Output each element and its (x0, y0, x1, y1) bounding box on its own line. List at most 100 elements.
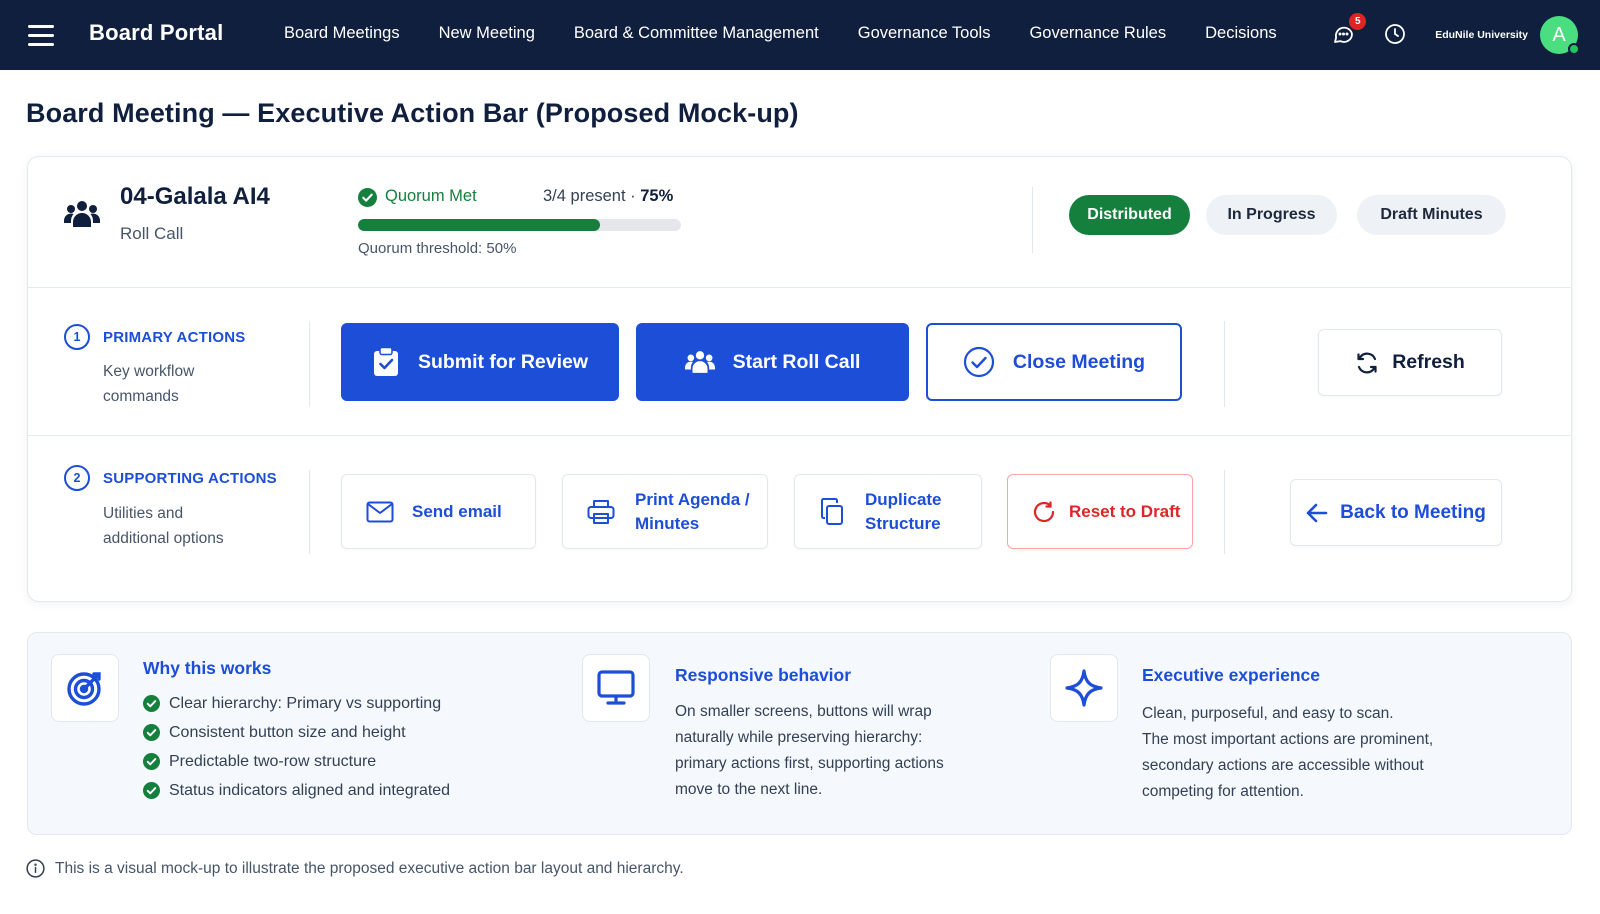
page-title: Board Meeting — Executive Action Bar (Pr… (26, 98, 799, 128)
quorum-percent: 75% (640, 187, 674, 205)
why-this-works-list: Clear hierarchy: Primary vs supporting C… (143, 689, 450, 805)
top-navigation-bar: Board Portal Board Meetings New Meeting … (0, 0, 1600, 70)
refresh-icon (1357, 352, 1377, 373)
group-icon (64, 201, 100, 227)
meeting-name: 04-Galala AI4 (120, 183, 270, 210)
notification-badge: 5 (1349, 13, 1367, 30)
start-roll-call-label: Start Roll Call (732, 350, 861, 373)
divider (309, 470, 310, 554)
label-line: Print Agenda / (635, 489, 750, 509)
quorum-progress-fill (358, 219, 601, 231)
start-roll-call-button[interactable]: Start Roll Call (636, 323, 909, 401)
supporting-actions-title: SUPPORTING ACTIONS (103, 470, 277, 487)
print-agenda-minutes-label: Print Agenda / Minutes (635, 488, 750, 536)
label-line: Duplicate (865, 489, 942, 509)
text-line: competing for attention. (1142, 783, 1304, 800)
nav-link-governance-tools[interactable]: Governance Tools (858, 24, 991, 43)
reset-to-draft-button[interactable]: Reset to Draft (1007, 474, 1193, 549)
close-meeting-label: Close Meeting (1012, 350, 1146, 373)
list-item-text: Clear hierarchy: Primary vs supporting (169, 694, 442, 712)
avatar-initial: A (1552, 23, 1566, 46)
design-rationale-panel: Why this works Clear hierarchy: Primary … (27, 632, 1572, 835)
check-circle-icon (143, 695, 160, 712)
step-number-2: 2 (64, 465, 90, 491)
back-to-meeting-button[interactable]: Back to Meeting (1290, 479, 1502, 546)
text-line: naturally while preserving hierarchy: (675, 729, 923, 746)
send-email-button[interactable]: Send email (341, 474, 536, 549)
check-circle-icon (143, 724, 160, 741)
printer-icon (587, 499, 615, 524)
list-item: Consistent button size and height (143, 718, 450, 747)
info-icon (26, 859, 45, 878)
duplicate-structure-label: Duplicate Structure (865, 488, 942, 536)
footnote-text: This is a visual mock-up to illustrate t… (55, 859, 684, 877)
reset-icon (1033, 500, 1055, 522)
back-to-meeting-label: Back to Meeting (1340, 501, 1486, 523)
user-avatar[interactable]: A (1540, 16, 1580, 55)
close-meeting-button[interactable]: Close Meeting (926, 323, 1182, 401)
description-line: Utilities and (103, 505, 184, 522)
nav-link-board-meetings[interactable]: Board Meetings (284, 24, 400, 43)
step-number-1: 1 (64, 324, 90, 350)
envelope-icon (366, 501, 394, 522)
executive-action-card: 04-Galala AI4 Roll Call Quorum Met 3/4 p… (27, 156, 1572, 602)
quorum-attendance: 3/4 present · 75% (543, 187, 673, 206)
quorum-status: Quorum Met (385, 187, 477, 205)
list-item-text: Status indicators aligned and integrated (169, 781, 451, 799)
sparkle-icon-box (1050, 654, 1118, 722)
online-status-dot (1568, 43, 1580, 55)
status-pill-distributed[interactable]: Distributed (1069, 195, 1190, 235)
row-divider (28, 287, 1571, 288)
send-email-label: Send email (412, 501, 502, 521)
status-pill-draft-minutes[interactable]: Draft Minutes (1357, 195, 1506, 235)
divider (309, 321, 310, 407)
clock-icon (1385, 24, 1406, 44)
footnote: This is a visual mock-up to illustrate t… (26, 859, 684, 878)
brand-title[interactable]: Board Portal (89, 20, 223, 46)
nav-link-decisions[interactable]: Decisions (1205, 24, 1277, 43)
nav-link-board-committee-management[interactable]: Board & Committee Management (574, 24, 819, 43)
submit-for-review-button[interactable]: Submit for Review (341, 323, 619, 401)
group-icon (684, 351, 715, 373)
check-circle-icon (143, 753, 160, 770)
list-item: Clear hierarchy: Primary vs supporting (143, 689, 450, 718)
duplicate-structure-button[interactable]: Duplicate Structure (794, 474, 982, 549)
nav-link-new-meeting[interactable]: New Meeting (439, 24, 535, 43)
check-circle-icon (358, 188, 377, 207)
description-line: commands (103, 388, 179, 405)
executive-experience-title: Executive experience (1142, 665, 1321, 685)
primary-actions-title: PRIMARY ACTIONS (103, 329, 246, 346)
label-line: Minutes (635, 513, 700, 533)
text-line: secondary actions are accessible without (1142, 757, 1424, 774)
status-pill-in-progress[interactable]: In Progress (1206, 195, 1337, 235)
responsive-behavior-text: On smaller screens, buttons will wrap na… (675, 699, 944, 803)
responsive-behavior-title: Responsive behavior (675, 665, 852, 685)
print-agenda-minutes-button[interactable]: Print Agenda / Minutes (562, 474, 768, 549)
submit-for-review-label: Submit for Review (417, 350, 589, 373)
nav-right-controls: 5 EduNile University A (1331, 13, 1580, 55)
history-button[interactable] (1383, 22, 1409, 48)
nav-link-governance-rules[interactable]: Governance Rules (1029, 24, 1166, 43)
refresh-button[interactable]: Refresh (1318, 329, 1502, 396)
reset-to-draft-label: Reset to Draft (1069, 501, 1181, 521)
clipboard-check-icon (373, 347, 398, 376)
monitor-icon (597, 670, 635, 705)
text-line: The most important actions are prominent… (1142, 731, 1434, 748)
list-item: Status indicators aligned and integrated (143, 776, 450, 805)
menu-icon[interactable] (28, 24, 54, 46)
executive-experience-text: Clean, purposeful, and easy to scan. The… (1142, 701, 1433, 805)
text-line: move to the next line. (675, 781, 823, 798)
sparkle-icon (1065, 669, 1103, 707)
list-item-text: Predictable two-row structure (169, 752, 377, 770)
quorum-threshold: Quorum threshold: 50% (358, 240, 517, 257)
divider (1224, 470, 1225, 554)
quorum-progress-bar (358, 219, 681, 231)
description-line: Key workflow (103, 363, 195, 380)
row-divider (28, 435, 1571, 436)
list-item-text: Consistent button size and height (169, 723, 406, 741)
monitor-icon-box (582, 654, 650, 722)
organization-name[interactable]: EduNile University (1435, 29, 1528, 41)
messages-button[interactable]: 5 (1331, 13, 1367, 48)
copy-icon (821, 497, 843, 525)
arrow-left-icon (1306, 503, 1328, 522)
